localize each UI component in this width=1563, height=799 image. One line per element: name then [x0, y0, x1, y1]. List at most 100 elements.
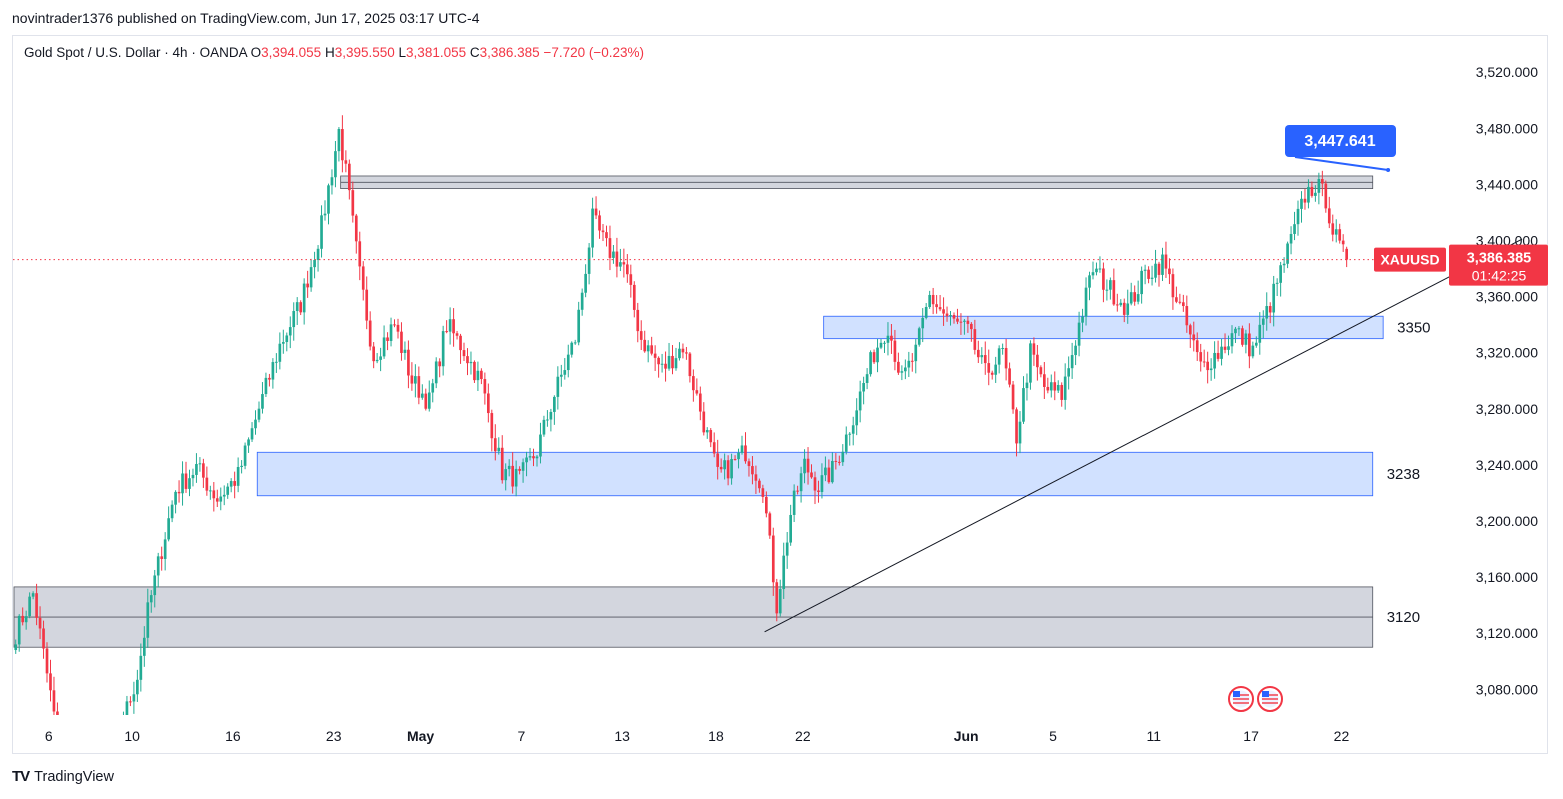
candle-body — [952, 314, 956, 319]
candle-body — [132, 694, 136, 702]
candle-body — [302, 283, 306, 313]
candle-body — [112, 743, 115, 761]
candle-body — [160, 556, 164, 559]
candle-body — [348, 163, 351, 191]
candle-body — [612, 251, 615, 258]
candle — [987, 349, 991, 386]
candle-body — [678, 348, 681, 359]
price-chart[interactable]: 3350 3238 3120 3,447.641 3,080.000 3,120.00… — [0, 0, 1563, 799]
candle-body — [306, 283, 309, 288]
candle — [907, 351, 911, 378]
candle-body — [1036, 354, 1039, 368]
candle — [94, 789, 97, 799]
candle-body — [765, 496, 768, 514]
candle — [612, 244, 615, 264]
candle — [261, 382, 264, 414]
candle-body — [1140, 270, 1143, 295]
candle — [928, 290, 931, 309]
candle — [681, 343, 685, 359]
candle — [657, 356, 660, 378]
candle-body — [945, 313, 949, 317]
candle — [469, 351, 473, 375]
candle — [309, 258, 313, 292]
candle — [459, 333, 462, 364]
candle-body — [1334, 229, 1338, 235]
candle — [202, 458, 205, 488]
candle-body — [980, 355, 984, 358]
candle — [209, 485, 212, 500]
candle — [876, 338, 879, 373]
candle — [389, 317, 393, 347]
candle — [191, 468, 195, 487]
candle-body — [1025, 382, 1029, 389]
candle — [229, 478, 233, 493]
candle-body — [358, 241, 362, 267]
candle-body — [1067, 368, 1070, 377]
candle-body — [24, 616, 28, 623]
candle-body — [1001, 348, 1004, 350]
candle-body — [1084, 287, 1088, 317]
candle — [445, 320, 448, 334]
candle-body — [396, 324, 400, 332]
candle-body — [685, 352, 688, 354]
candle — [910, 353, 914, 372]
candle-body — [987, 363, 991, 373]
candle — [427, 380, 431, 412]
candle — [855, 398, 859, 436]
candle — [570, 341, 574, 358]
candle-body — [646, 345, 650, 352]
candle-body — [1081, 316, 1084, 323]
candle-body — [424, 393, 428, 409]
candle — [236, 457, 240, 493]
candle-body — [803, 458, 806, 474]
candle — [462, 342, 466, 362]
candle-body — [851, 425, 855, 434]
price-callout-label: 3,447.641 — [1304, 133, 1375, 150]
candle-body — [566, 354, 570, 371]
candle-body — [407, 349, 410, 376]
candle — [1011, 380, 1015, 414]
candle — [1091, 261, 1095, 280]
candle-body — [254, 419, 257, 429]
tradingview-footer[interactable]: TV TradingView — [12, 768, 114, 785]
candle — [407, 340, 410, 389]
candle — [1032, 337, 1036, 366]
candle — [546, 410, 549, 427]
candle-body — [598, 215, 601, 231]
candle-body — [709, 430, 713, 443]
candle-body — [1324, 183, 1328, 209]
candle-body — [650, 345, 653, 354]
candle-body — [1109, 280, 1112, 290]
candle — [1039, 365, 1043, 378]
bar-countdown-label: 01:42:25 — [1472, 268, 1527, 284]
candle-body — [1195, 340, 1199, 353]
us-flag-event-icon — [1228, 686, 1254, 712]
candle — [1279, 261, 1282, 297]
candle-body — [60, 722, 63, 750]
candle-body — [897, 361, 900, 373]
candle-body — [726, 460, 730, 479]
candle — [188, 469, 191, 497]
candle-body — [879, 342, 883, 348]
zone-label-3350: 3350 — [1397, 319, 1430, 336]
candle-body — [21, 615, 25, 623]
candle-body — [1261, 318, 1265, 325]
candle-body — [553, 396, 556, 412]
candle-body — [799, 473, 803, 492]
candle-body — [754, 474, 758, 481]
tradingview-logo-icon: TV — [12, 768, 30, 785]
candle — [1296, 200, 1300, 236]
zone-3350 — [823, 315, 1384, 340]
y-tick-label: 3,280.000 — [1476, 401, 1538, 417]
candle-body — [827, 467, 831, 483]
candle — [1154, 249, 1157, 283]
candle-body — [740, 445, 744, 453]
x-tick-label: 11 — [1147, 728, 1162, 744]
candle-body — [490, 413, 494, 439]
candle-body — [261, 394, 264, 409]
candle — [848, 432, 852, 446]
candle-body — [1088, 275, 1091, 288]
candle-body — [532, 456, 535, 459]
candle-body — [942, 309, 945, 314]
candle — [914, 339, 918, 374]
